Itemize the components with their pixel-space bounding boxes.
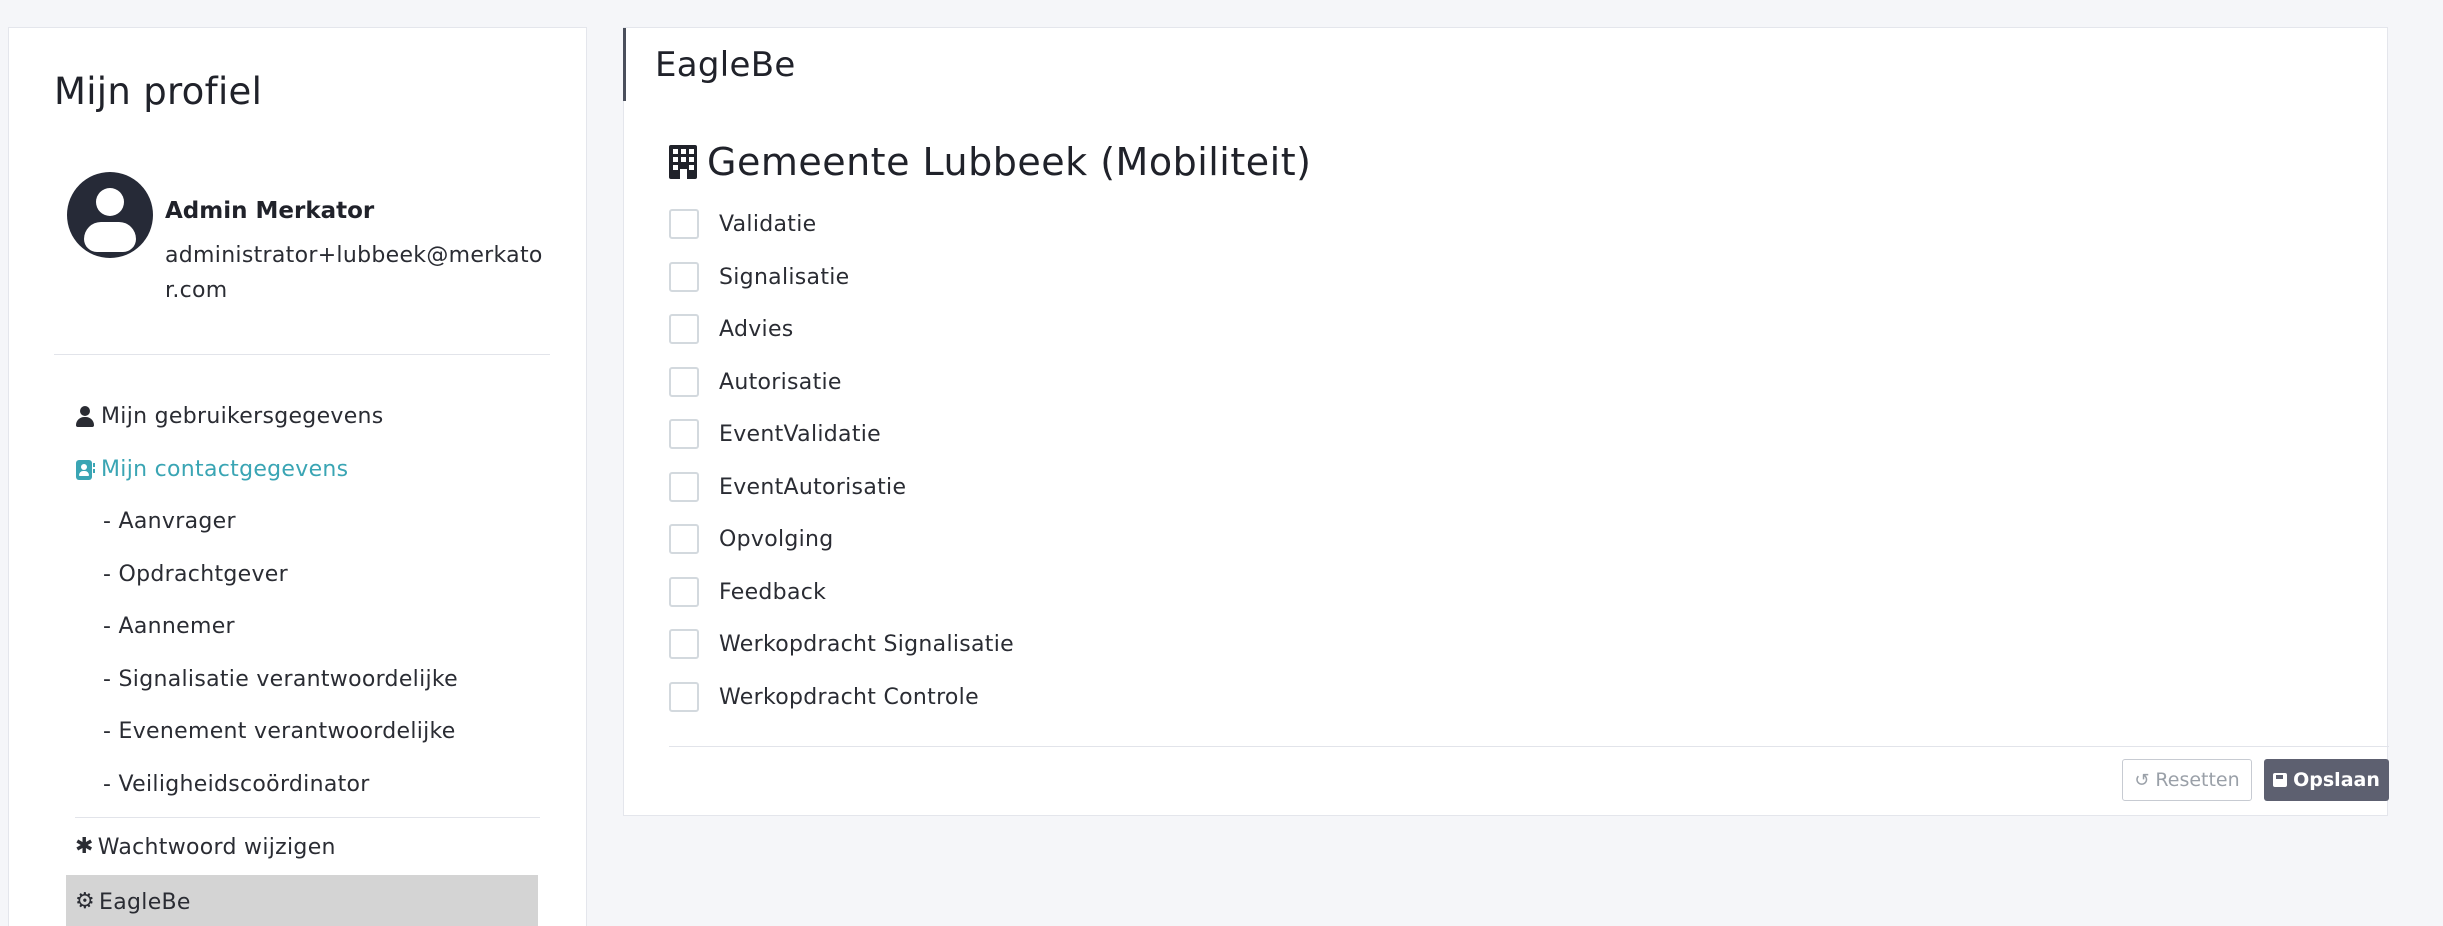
sidebar-item-user-details[interactable]: Mijn gebruikersgegevens — [75, 391, 384, 441]
sidebar-subitem-signalisatie[interactable]: - Signalisatie verantwoordelijke — [103, 654, 458, 704]
sidebar-item-label: Mijn contactgegevens — [101, 456, 349, 482]
role-checkbox[interactable] — [669, 629, 699, 659]
role-label: Werkopdracht Signalisatie — [719, 631, 1014, 657]
avatar — [67, 172, 153, 258]
reset-button-label: Resetten — [2155, 769, 2240, 791]
floppy-disk-icon — [2273, 773, 2288, 787]
role-checkbox[interactable] — [669, 472, 699, 502]
form-divider — [669, 746, 2389, 747]
role-row[interactable]: EventAutorisatie — [669, 470, 906, 504]
sidebar-subitem-aannemer[interactable]: - Aannemer — [103, 601, 235, 651]
role-checkbox[interactable] — [669, 419, 699, 449]
organization-heading: Gemeente Lubbeek (Mobiliteit) — [669, 140, 1311, 184]
role-row[interactable]: Feedback — [669, 575, 826, 609]
role-label: Opvolging — [719, 526, 834, 552]
sidebar-title: Mijn profiel — [54, 70, 263, 113]
title-accent — [623, 28, 626, 101]
sidebar-item-label: Wachtwoord wijzigen — [97, 834, 336, 860]
sidebar-item-password[interactable]: ✱ Wachtwoord wijzigen — [75, 822, 336, 872]
sidebar-item-contact-details[interactable]: Mijn contactgegevens — [75, 444, 348, 494]
role-row[interactable]: Advies — [669, 312, 794, 346]
role-row[interactable]: Validatie — [669, 207, 816, 241]
role-row[interactable]: Autorisatie — [669, 365, 842, 399]
role-label: Autorisatie — [719, 369, 842, 395]
sidebar-subitem-veiligheid[interactable]: - Veiligheidscoördinator — [103, 759, 370, 809]
role-row[interactable]: Signalisatie — [669, 260, 850, 294]
role-checkbox[interactable] — [669, 209, 699, 239]
building-icon — [669, 145, 697, 179]
role-label: Validatie — [719, 211, 817, 237]
user-icon — [75, 405, 95, 427]
sidebar-subitem-opdrachtgever[interactable]: - Opdrachtgever — [103, 549, 288, 599]
role-label: Advies — [719, 316, 794, 342]
role-checkbox[interactable] — [669, 367, 699, 397]
profile-sidebar: Mijn profiel Admin Merkator administrato… — [8, 27, 587, 926]
role-row[interactable]: Opvolging — [669, 522, 834, 556]
sidebar-subitem-aanvrager[interactable]: - Aanvrager — [103, 496, 236, 546]
role-label: Signalisatie — [719, 264, 850, 290]
role-row[interactable]: Werkopdracht Signalisatie — [669, 627, 1014, 661]
sidebar-item-label: EagleBe — [99, 889, 191, 915]
undo-icon: ↺ — [2134, 769, 2150, 791]
contact-card-icon — [75, 458, 95, 480]
sidebar-item-eaglebe[interactable]: ⚙ EagleBe — [75, 877, 191, 926]
role-checkbox[interactable] — [669, 314, 699, 344]
save-button-label: Opslaan — [2293, 769, 2380, 791]
organization-name: Gemeente Lubbeek (Mobiliteit) — [707, 140, 1312, 184]
role-label: EventAutorisatie — [719, 474, 907, 500]
reset-button[interactable]: ↺ Resetten — [2122, 759, 2252, 801]
page-title: EagleBe — [655, 45, 796, 85]
sidebar-divider — [54, 354, 550, 355]
sidebar-item-label: Mijn gebruikersgegevens — [101, 403, 384, 429]
role-row[interactable]: Werkopdracht Controle — [669, 680, 979, 714]
role-label: EventValidatie — [719, 421, 881, 447]
role-checkbox[interactable] — [669, 682, 699, 712]
role-checkbox[interactable] — [669, 577, 699, 607]
save-button[interactable]: Opslaan — [2264, 759, 2389, 801]
role-checkbox[interactable] — [669, 524, 699, 554]
role-label: Feedback — [719, 579, 827, 605]
eaglebe-panel: EagleBe Gemeente Lubbeek (Mobiliteit) Va… — [623, 27, 2389, 816]
asterisk-icon: ✱ — [75, 834, 94, 859]
role-row[interactable]: EventValidatie — [669, 417, 881, 451]
user-email: administrator+lubbeek@merkator.com — [165, 243, 543, 303]
sidebar-subitem-evenement[interactable]: - Evenement verantwoordelijke — [103, 706, 456, 756]
sidebar-divider — [75, 817, 540, 818]
role-checkbox[interactable] — [669, 262, 699, 292]
user-name: Admin Merkator — [165, 198, 375, 224]
gear-icon: ⚙ — [75, 889, 96, 914]
role-label: Werkopdracht Controle — [719, 684, 979, 710]
